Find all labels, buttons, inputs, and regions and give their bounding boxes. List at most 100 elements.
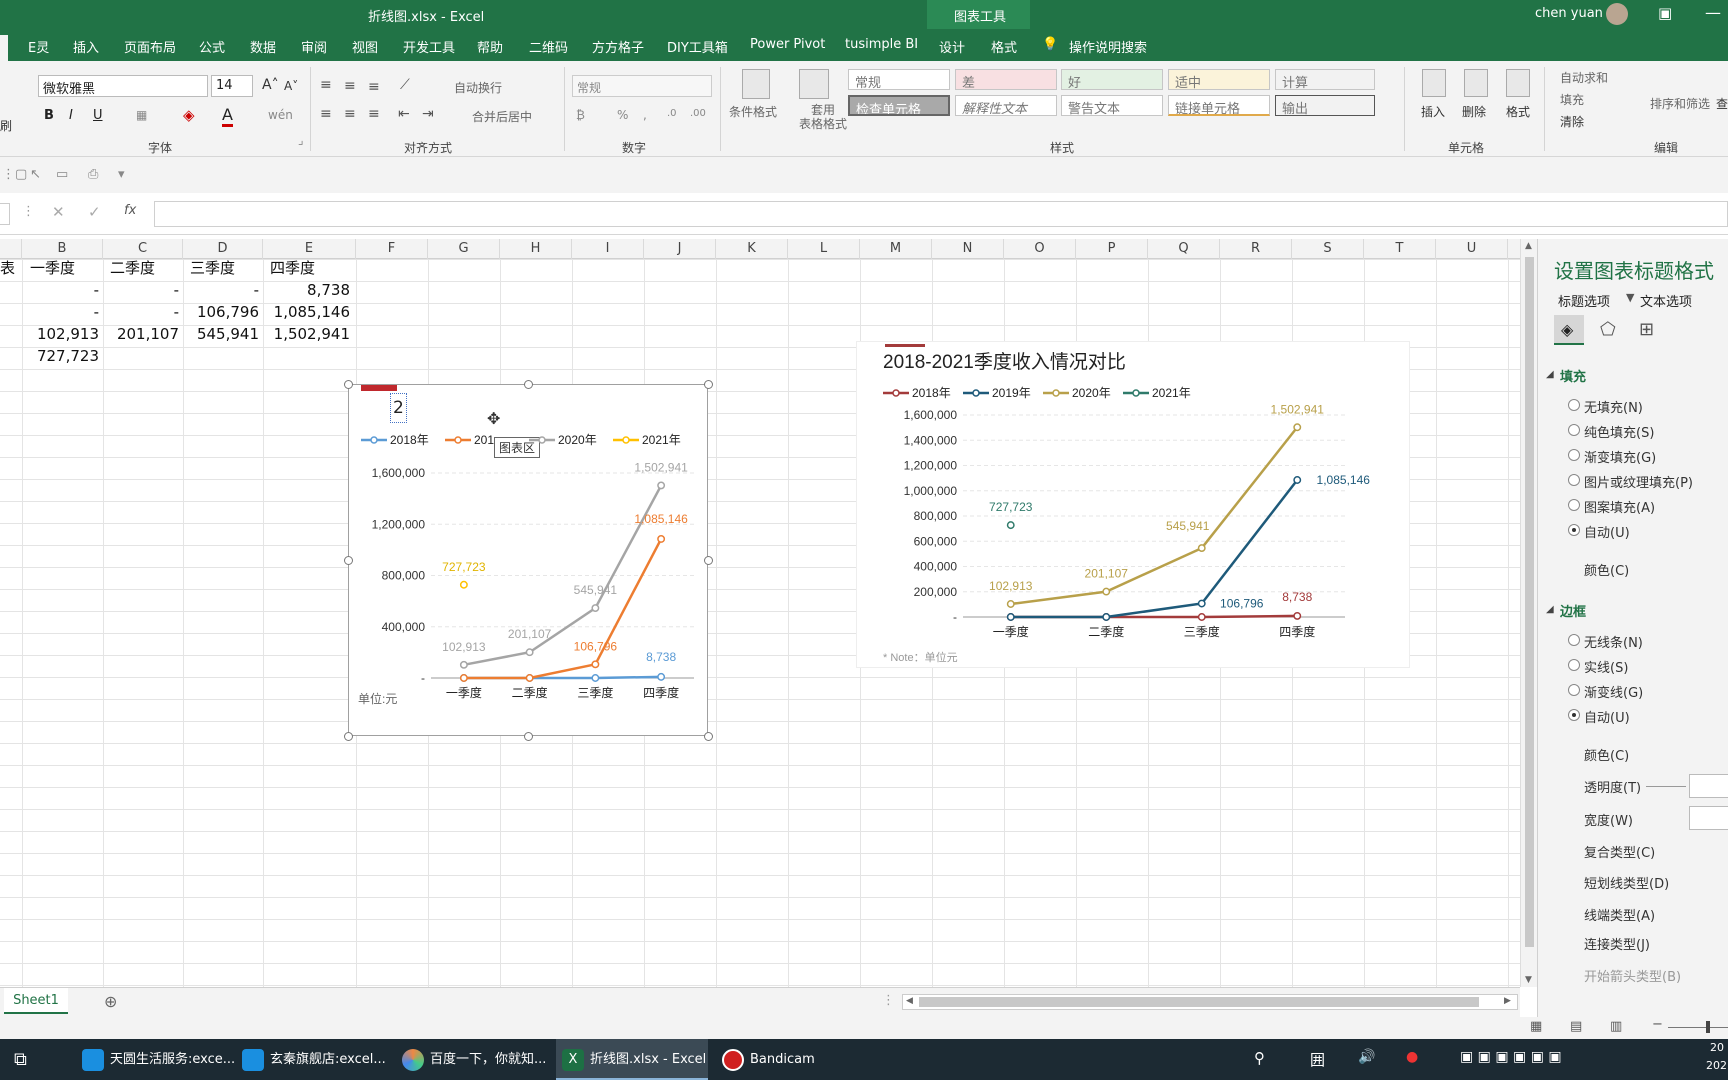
horizontal-scrollbar[interactable]: ◀ ▶ (902, 994, 1518, 1010)
add-sheet-icon[interactable]: ⊕ (104, 992, 117, 1011)
find-button[interactable]: 查 (1716, 95, 1728, 112)
ime-icon[interactable]: 囲 (1310, 1049, 1325, 1070)
tell-me-search[interactable]: 操作说明搜索 (1069, 37, 1147, 56)
fill-solid-option[interactable]: 纯色填充(S) (1568, 422, 1654, 441)
pointer-icon[interactable]: ↖ (30, 167, 41, 182)
normal-view-icon[interactable]: ▦ (1530, 1019, 1542, 1034)
col-header-k[interactable]: K (716, 239, 788, 259)
tab-review[interactable]: 审阅 (301, 37, 327, 56)
conditional-format-icon[interactable] (742, 69, 770, 99)
cell-d1[interactable]: 三季度 (190, 257, 235, 279)
chart-area-left[interactable]: 2 ✥ 图表区 单位:元 2018年 201 2020年 2021年 1,600,00… (344, 380, 713, 741)
tab-view[interactable]: 视图 (352, 37, 378, 56)
dash-type-label[interactable]: 短划线类型(D) (1584, 873, 1669, 892)
grow-font-icon[interactable]: A˄ (262, 77, 279, 93)
style-neutral[interactable]: 适中 (1168, 69, 1270, 90)
col-header-t[interactable]: T (1364, 239, 1436, 259)
col-header-r[interactable]: R (1220, 239, 1292, 259)
effects-icon[interactable]: ⬠ (1600, 319, 1616, 340)
format-cells-button[interactable]: 格式 (1506, 103, 1530, 120)
tab-data[interactable]: 数据 (250, 37, 276, 56)
underline-button[interactable]: U (93, 108, 103, 123)
phonetic-icon[interactable]: wén (268, 108, 293, 122)
minimize-icon[interactable]: — (1705, 3, 1721, 22)
cell-b4[interactable]: 102,913 (22, 323, 99, 345)
enter-icon[interactable]: ✓ (88, 203, 101, 221)
cell-c3[interactable]: - (103, 301, 179, 323)
col-header-h[interactable]: H (500, 239, 572, 259)
resize-handle[interactable] (344, 380, 353, 389)
zoom-thumb[interactable] (1706, 1021, 1710, 1033)
tab-text-options[interactable]: 文本选项 (1640, 291, 1692, 310)
style-output[interactable]: 输出 (1275, 95, 1375, 116)
chart-area-right[interactable]: 2018-2021季度收入情况对比 * Note：单位元 2018年 2019年 2… (857, 342, 1409, 667)
table-format-icon[interactable] (799, 69, 829, 99)
clear-button[interactable]: 清除 (1560, 113, 1584, 130)
tab-help[interactable]: 帮助 (477, 37, 503, 56)
format-painter-partial[interactable]: 刷 (0, 117, 12, 134)
volume-icon[interactable]: 🔊 (1358, 1049, 1375, 1065)
name-box[interactable] (0, 203, 10, 225)
style-linked-cell[interactable]: 链接单元格 (1168, 95, 1270, 116)
col-header-e[interactable]: E (263, 239, 356, 259)
fill-line-icon[interactable]: ◈ (1554, 315, 1584, 345)
style-check-cell[interactable]: 检查单元格 (848, 95, 950, 116)
taskbar-item-bandicam[interactable]: Bandicam (716, 1039, 866, 1080)
chevron-down-icon[interactable]: ▼ (1626, 291, 1634, 304)
cancel-icon[interactable]: ✕ (52, 203, 65, 221)
clock-time[interactable]: 20 (1710, 1041, 1724, 1054)
col-header-m[interactable]: M (860, 239, 932, 259)
cell-d4[interactable]: 545,941 (183, 323, 259, 345)
delete-cells-button[interactable]: 删除 (1462, 103, 1486, 120)
transparency-input[interactable] (1689, 774, 1728, 798)
scroll-down-icon[interactable]: ▼ (1525, 975, 1532, 985)
resize-handle[interactable] (704, 556, 713, 565)
orientation-icon[interactable]: ⟋ (400, 77, 410, 93)
col-header-s[interactable]: S (1292, 239, 1364, 259)
cell-e3[interactable]: 1,085,146 (263, 301, 350, 323)
cell-b3[interactable]: - (22, 301, 99, 323)
border-none-option[interactable]: 无线条(N) (1568, 632, 1643, 651)
join-type-label[interactable]: 连接类型(J) (1584, 934, 1650, 953)
size-properties-icon[interactable]: ⊞ (1639, 319, 1654, 340)
user-name[interactable]: chen yuan (1535, 6, 1603, 21)
tab-formulas[interactable]: 公式 (199, 37, 225, 56)
fill-color-icon[interactable]: ◈ (183, 106, 195, 124)
taskbar-item-excel[interactable]: X 折线图.xlsx - Excel (556, 1039, 708, 1080)
taskbar-item-browser[interactable]: 百度一下，你就知... (396, 1039, 546, 1080)
scroll-left-icon[interactable]: ◀ (906, 996, 913, 1006)
align-bottom-icon[interactable]: ≡ (368, 79, 380, 95)
cell-c1[interactable]: 二季度 (110, 257, 155, 279)
conditional-format-button[interactable]: 条件格式 (729, 103, 777, 120)
tab-design[interactable]: 设计 (939, 37, 965, 56)
style-bad[interactable]: 差 (955, 69, 1057, 90)
tab-qrcode[interactable]: 二维码 (529, 37, 568, 56)
qat-icon-3[interactable]: ▭ (56, 167, 68, 182)
col-header-d[interactable]: D (183, 239, 263, 259)
avatar[interactable] (1606, 3, 1628, 25)
italic-button[interactable]: I (69, 108, 73, 123)
merge-center-button[interactable]: 合并后居中 (472, 108, 532, 125)
fill-section-header[interactable]: 填充 (1560, 366, 1586, 385)
sheet-tab-sheet1[interactable]: Sheet1 (4, 988, 68, 1014)
align-middle-icon[interactable]: ≡ (344, 78, 356, 94)
style-warning[interactable]: 警告文本 (1061, 95, 1163, 116)
resize-handle[interactable] (524, 380, 533, 389)
function-icon[interactable]: fx (124, 203, 136, 218)
increase-decimal-icon[interactable]: .0 (667, 108, 677, 119)
fill-pattern-option[interactable]: 图案填充(A) (1568, 497, 1655, 516)
tab-developer[interactable]: 开发工具 (403, 37, 455, 56)
collapse-border-icon[interactable]: ◢ (1546, 604, 1554, 615)
clock-date[interactable]: 2021 (1706, 1059, 1728, 1072)
people-icon[interactable]: ⚲ (1254, 1049, 1265, 1067)
fill-button[interactable]: 填充 (1560, 91, 1584, 108)
scroll-thumb[interactable] (1525, 257, 1534, 947)
col-header-u[interactable]: U (1436, 239, 1508, 259)
recording-tray-icon[interactable]: ● (1406, 1049, 1418, 1065)
col-header-n[interactable]: N (932, 239, 1004, 259)
begin-arrow-label[interactable]: 开始箭头类型(B) (1584, 966, 1681, 985)
h-scroll-thumb[interactable] (919, 997, 1479, 1007)
formula-input[interactable] (154, 201, 1728, 227)
style-calculation[interactable]: 计算 (1275, 69, 1375, 90)
format-cells-icon[interactable] (1506, 69, 1530, 97)
